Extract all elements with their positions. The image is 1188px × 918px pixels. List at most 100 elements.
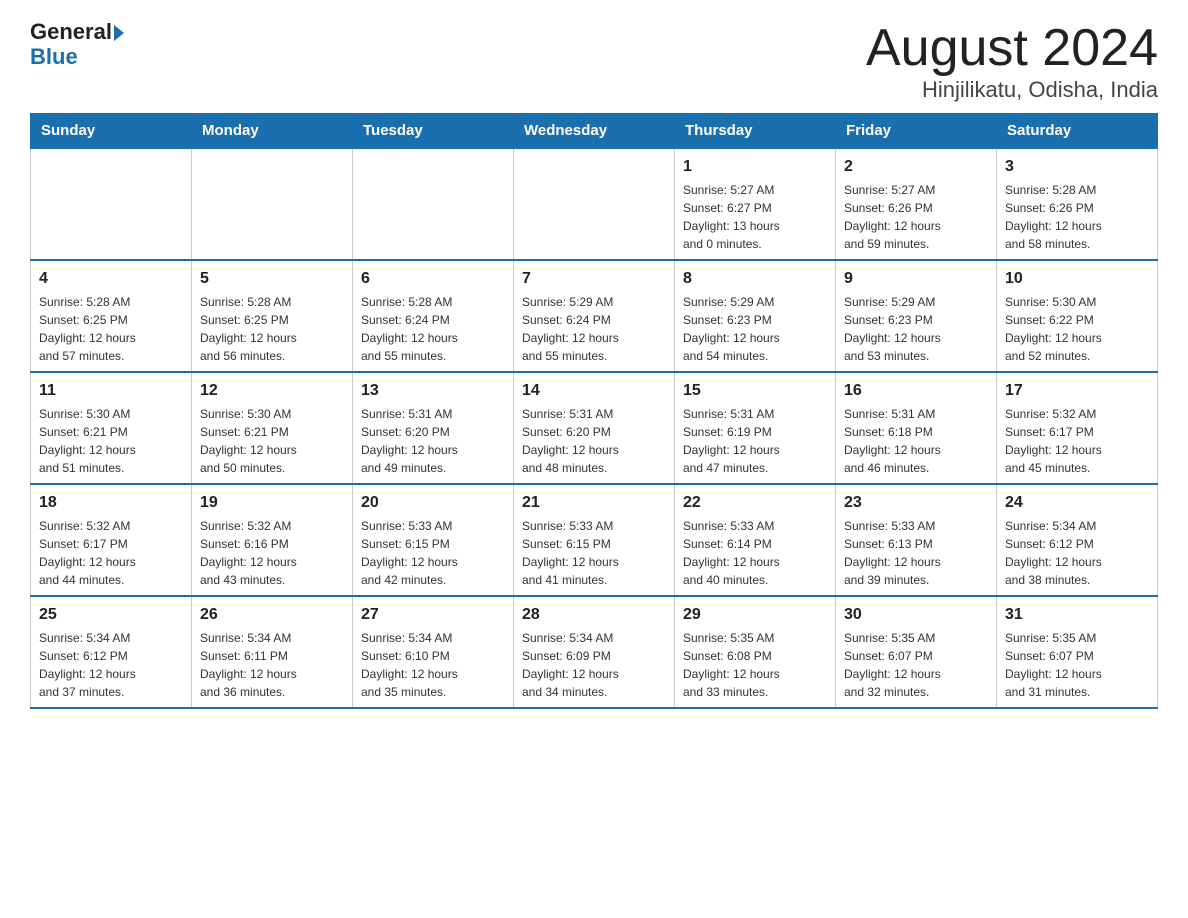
day-number: 11 [39, 379, 183, 403]
calendar-week-row: 18Sunrise: 5:32 AMSunset: 6:17 PMDayligh… [31, 484, 1158, 596]
day-number: 1 [683, 155, 827, 179]
day-header-thursday: Thursday [675, 114, 836, 149]
calendar-cell: 23Sunrise: 5:33 AMSunset: 6:13 PMDayligh… [836, 484, 997, 596]
calendar-cell: 21Sunrise: 5:33 AMSunset: 6:15 PMDayligh… [514, 484, 675, 596]
day-number: 5 [200, 267, 344, 291]
day-info: Sunrise: 5:32 AMSunset: 6:16 PMDaylight:… [200, 517, 344, 589]
day-info: Sunrise: 5:33 AMSunset: 6:15 PMDaylight:… [361, 517, 505, 589]
calendar-cell: 16Sunrise: 5:31 AMSunset: 6:18 PMDayligh… [836, 372, 997, 484]
day-info: Sunrise: 5:29 AMSunset: 6:23 PMDaylight:… [844, 293, 988, 365]
day-info: Sunrise: 5:31 AMSunset: 6:20 PMDaylight:… [522, 405, 666, 477]
calendar-cell: 3Sunrise: 5:28 AMSunset: 6:26 PMDaylight… [997, 148, 1158, 260]
day-info: Sunrise: 5:28 AMSunset: 6:25 PMDaylight:… [39, 293, 183, 365]
day-header-tuesday: Tuesday [353, 114, 514, 149]
day-info: Sunrise: 5:35 AMSunset: 6:07 PMDaylight:… [1005, 629, 1149, 701]
calendar-cell: 17Sunrise: 5:32 AMSunset: 6:17 PMDayligh… [997, 372, 1158, 484]
calendar-cell: 1Sunrise: 5:27 AMSunset: 6:27 PMDaylight… [675, 148, 836, 260]
calendar-cell [192, 148, 353, 260]
month-year-title: August 2024 [866, 20, 1158, 77]
day-number: 3 [1005, 155, 1149, 179]
page-header: General Blue August 2024 Hinjilikatu, Od… [30, 20, 1158, 103]
day-info: Sunrise: 5:27 AMSunset: 6:27 PMDaylight:… [683, 181, 827, 253]
calendar-cell: 8Sunrise: 5:29 AMSunset: 6:23 PMDaylight… [675, 260, 836, 372]
day-number: 21 [522, 491, 666, 515]
location-title: Hinjilikatu, Odisha, India [866, 77, 1158, 103]
calendar-title-area: August 2024 Hinjilikatu, Odisha, India [866, 20, 1158, 103]
day-info: Sunrise: 5:29 AMSunset: 6:23 PMDaylight:… [683, 293, 827, 365]
calendar-cell: 25Sunrise: 5:34 AMSunset: 6:12 PMDayligh… [31, 596, 192, 708]
day-number: 27 [361, 603, 505, 627]
day-number: 13 [361, 379, 505, 403]
calendar-cell: 2Sunrise: 5:27 AMSunset: 6:26 PMDaylight… [836, 148, 997, 260]
day-info: Sunrise: 5:33 AMSunset: 6:14 PMDaylight:… [683, 517, 827, 589]
day-info: Sunrise: 5:30 AMSunset: 6:21 PMDaylight:… [39, 405, 183, 477]
day-info: Sunrise: 5:34 AMSunset: 6:12 PMDaylight:… [39, 629, 183, 701]
day-number: 24 [1005, 491, 1149, 515]
calendar-cell: 26Sunrise: 5:34 AMSunset: 6:11 PMDayligh… [192, 596, 353, 708]
day-number: 28 [522, 603, 666, 627]
days-header-row: SundayMondayTuesdayWednesdayThursdayFrid… [31, 114, 1158, 149]
day-number: 10 [1005, 267, 1149, 291]
day-number: 17 [1005, 379, 1149, 403]
day-info: Sunrise: 5:31 AMSunset: 6:18 PMDaylight:… [844, 405, 988, 477]
calendar-cell: 27Sunrise: 5:34 AMSunset: 6:10 PMDayligh… [353, 596, 514, 708]
calendar-cell [31, 148, 192, 260]
logo-general-text: General [30, 20, 112, 44]
calendar-cell: 7Sunrise: 5:29 AMSunset: 6:24 PMDaylight… [514, 260, 675, 372]
logo-arrow-icon [114, 25, 124, 41]
day-number: 8 [683, 267, 827, 291]
day-info: Sunrise: 5:30 AMSunset: 6:22 PMDaylight:… [1005, 293, 1149, 365]
calendar-cell: 18Sunrise: 5:32 AMSunset: 6:17 PMDayligh… [31, 484, 192, 596]
calendar-cell: 19Sunrise: 5:32 AMSunset: 6:16 PMDayligh… [192, 484, 353, 596]
calendar-cell: 29Sunrise: 5:35 AMSunset: 6:08 PMDayligh… [675, 596, 836, 708]
day-header-saturday: Saturday [997, 114, 1158, 149]
day-info: Sunrise: 5:34 AMSunset: 6:10 PMDaylight:… [361, 629, 505, 701]
calendar-cell: 12Sunrise: 5:30 AMSunset: 6:21 PMDayligh… [192, 372, 353, 484]
day-info: Sunrise: 5:33 AMSunset: 6:13 PMDaylight:… [844, 517, 988, 589]
day-info: Sunrise: 5:35 AMSunset: 6:08 PMDaylight:… [683, 629, 827, 701]
day-number: 4 [39, 267, 183, 291]
calendar-cell: 31Sunrise: 5:35 AMSunset: 6:07 PMDayligh… [997, 596, 1158, 708]
day-info: Sunrise: 5:27 AMSunset: 6:26 PMDaylight:… [844, 181, 988, 253]
calendar-cell: 9Sunrise: 5:29 AMSunset: 6:23 PMDaylight… [836, 260, 997, 372]
day-info: Sunrise: 5:34 AMSunset: 6:12 PMDaylight:… [1005, 517, 1149, 589]
day-number: 30 [844, 603, 988, 627]
calendar-cell: 10Sunrise: 5:30 AMSunset: 6:22 PMDayligh… [997, 260, 1158, 372]
day-info: Sunrise: 5:31 AMSunset: 6:19 PMDaylight:… [683, 405, 827, 477]
day-number: 7 [522, 267, 666, 291]
day-info: Sunrise: 5:34 AMSunset: 6:11 PMDaylight:… [200, 629, 344, 701]
calendar-cell: 28Sunrise: 5:34 AMSunset: 6:09 PMDayligh… [514, 596, 675, 708]
calendar-cell [353, 148, 514, 260]
day-header-monday: Monday [192, 114, 353, 149]
day-number: 23 [844, 491, 988, 515]
calendar-week-row: 4Sunrise: 5:28 AMSunset: 6:25 PMDaylight… [31, 260, 1158, 372]
calendar-cell: 20Sunrise: 5:33 AMSunset: 6:15 PMDayligh… [353, 484, 514, 596]
day-info: Sunrise: 5:30 AMSunset: 6:21 PMDaylight:… [200, 405, 344, 477]
day-number: 26 [200, 603, 344, 627]
day-number: 18 [39, 491, 183, 515]
calendar-cell: 24Sunrise: 5:34 AMSunset: 6:12 PMDayligh… [997, 484, 1158, 596]
day-info: Sunrise: 5:32 AMSunset: 6:17 PMDaylight:… [39, 517, 183, 589]
day-number: 12 [200, 379, 344, 403]
day-info: Sunrise: 5:31 AMSunset: 6:20 PMDaylight:… [361, 405, 505, 477]
logo-blue-text: Blue [30, 44, 124, 70]
calendar-week-row: 11Sunrise: 5:30 AMSunset: 6:21 PMDayligh… [31, 372, 1158, 484]
calendar-cell: 6Sunrise: 5:28 AMSunset: 6:24 PMDaylight… [353, 260, 514, 372]
calendar-cell: 14Sunrise: 5:31 AMSunset: 6:20 PMDayligh… [514, 372, 675, 484]
day-number: 19 [200, 491, 344, 515]
calendar-cell: 13Sunrise: 5:31 AMSunset: 6:20 PMDayligh… [353, 372, 514, 484]
day-number: 2 [844, 155, 988, 179]
calendar-cell: 15Sunrise: 5:31 AMSunset: 6:19 PMDayligh… [675, 372, 836, 484]
day-number: 16 [844, 379, 988, 403]
calendar-cell: 4Sunrise: 5:28 AMSunset: 6:25 PMDaylight… [31, 260, 192, 372]
day-number: 31 [1005, 603, 1149, 627]
day-info: Sunrise: 5:35 AMSunset: 6:07 PMDaylight:… [844, 629, 988, 701]
day-number: 22 [683, 491, 827, 515]
day-header-friday: Friday [836, 114, 997, 149]
calendar-cell: 11Sunrise: 5:30 AMSunset: 6:21 PMDayligh… [31, 372, 192, 484]
calendar-cell: 30Sunrise: 5:35 AMSunset: 6:07 PMDayligh… [836, 596, 997, 708]
day-number: 20 [361, 491, 505, 515]
day-number: 25 [39, 603, 183, 627]
calendar-cell: 22Sunrise: 5:33 AMSunset: 6:14 PMDayligh… [675, 484, 836, 596]
logo: General Blue [30, 20, 124, 70]
